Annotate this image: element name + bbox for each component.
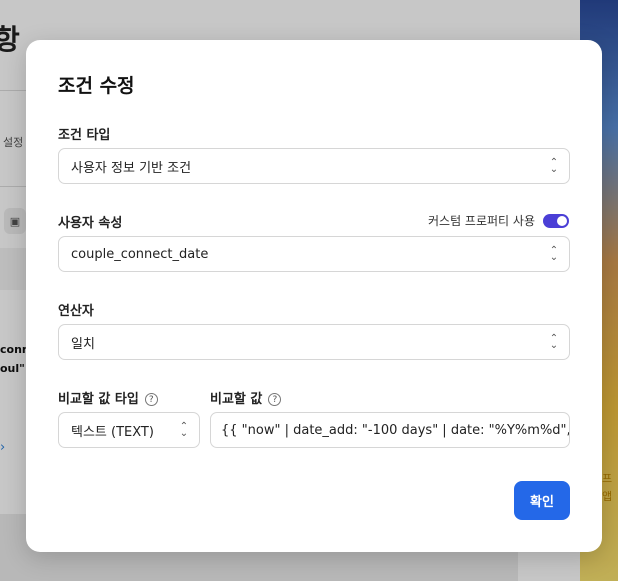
dialog-title: 조건 수정 (58, 75, 135, 97)
condition-type-label: 조건 타입 (58, 128, 111, 143)
compare-value-input[interactable]: {{ "now" | date_add: "-100 days" | date:… (210, 412, 570, 448)
select-chevron-icon: ⌃ ⌄ (549, 245, 559, 263)
user-attribute-select[interactable]: couple_connect_date ⌃ ⌄ (58, 236, 570, 272)
edit-condition-dialog: 조건 수정 조건 타입 사용자 정보 기반 조건 ⌃ ⌄ 사용자 속성 커스텀 프… (26, 40, 602, 552)
compare-type-label: 비교할 값 타입 (58, 392, 139, 407)
operator-value: 일치 (71, 336, 95, 352)
compare-value-label-group: 비교할 값? (210, 388, 282, 407)
help-icon[interactable]: ? (268, 393, 282, 406)
user-attribute-value: couple_connect_date (71, 246, 209, 262)
condition-type-value: 사용자 정보 기반 조건 (71, 160, 192, 176)
compare-type-label-group: 비교할 값 타입? (58, 388, 158, 407)
operator-label: 연산자 (58, 304, 94, 319)
operator-select[interactable]: 일치 ⌃ ⌄ (58, 324, 570, 360)
custom-property-label: 커스텀 프로퍼티 사용 (428, 214, 535, 228)
toggle-knob (557, 215, 567, 226)
condition-type-select[interactable]: 사용자 정보 기반 조건 ⌃ ⌄ (58, 148, 570, 184)
custom-property-toggle[interactable] (543, 213, 569, 228)
compare-value-label: 비교할 값 (210, 392, 263, 407)
custom-property-toggle-group: 커스텀 프로퍼티 사용 (428, 212, 569, 229)
help-icon[interactable]: ? (144, 393, 158, 406)
select-chevron-icon: ⌃ ⌄ (179, 421, 189, 439)
select-chevron-icon: ⌃ ⌄ (549, 157, 559, 175)
select-chevron-icon: ⌃ ⌄ (549, 333, 559, 351)
compare-type-value: 텍스트 (TEXT) (71, 424, 154, 440)
user-attribute-label: 사용자 속성 (58, 216, 123, 231)
compare-type-select[interactable]: 텍스트 (TEXT) ⌃ ⌄ (58, 412, 200, 448)
confirm-button[interactable]: 확인 (514, 481, 570, 520)
